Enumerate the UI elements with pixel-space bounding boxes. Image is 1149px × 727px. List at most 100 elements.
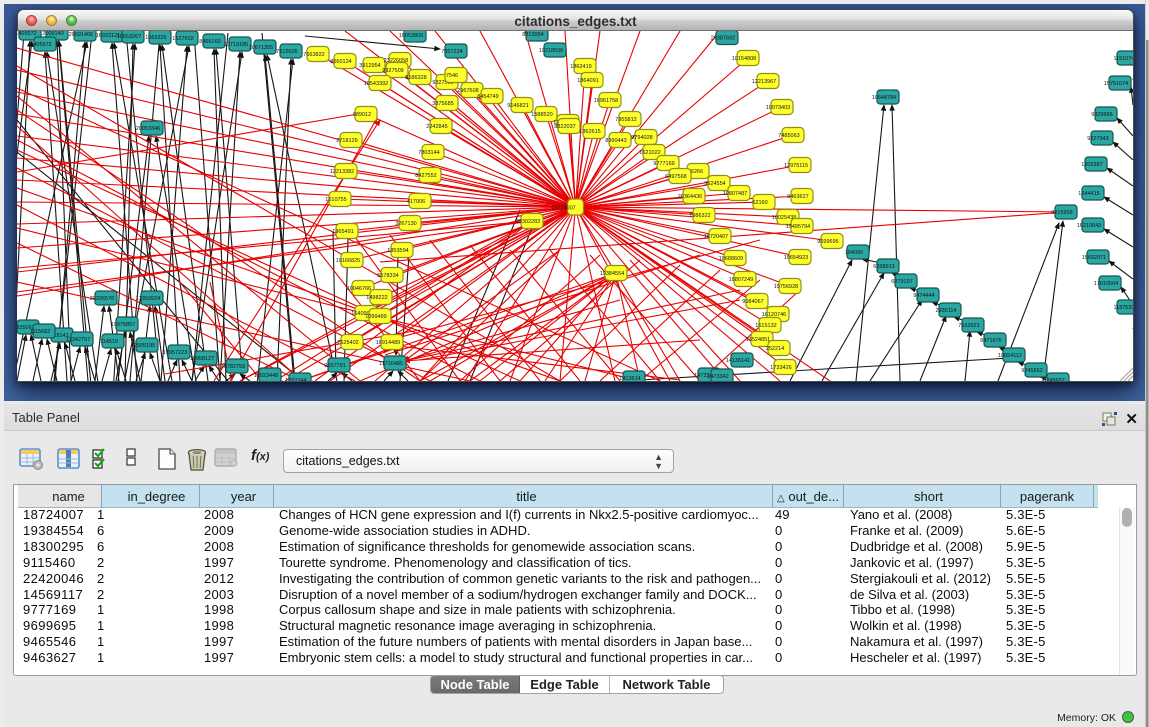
svg-text:8427552: 8427552 <box>415 173 436 179</box>
svg-text:8322037: 8322037 <box>554 124 575 130</box>
svg-text:13524851: 13524851 <box>746 337 770 343</box>
svg-text:10648784: 10648784 <box>872 95 896 101</box>
svg-text:1473342: 1473342 <box>707 374 728 380</box>
svg-text:16053809: 16053809 <box>399 33 423 39</box>
svg-text:15751074: 15751074 <box>1104 81 1128 87</box>
svg-text:7986322: 7986322 <box>689 213 710 219</box>
svg-text:13495794: 13495794 <box>786 224 810 230</box>
svg-text:9227343: 9227343 <box>1087 136 1108 142</box>
svg-text:12342757: 12342757 <box>66 337 90 343</box>
svg-text:1099489: 1099489 <box>365 314 386 320</box>
svg-text:10653267: 10653267 <box>117 34 141 40</box>
svg-text:1965491: 1965491 <box>332 229 353 235</box>
svg-text:11716485: 11716485 <box>379 361 403 367</box>
svg-text:16782759: 16782759 <box>221 364 245 370</box>
svg-text:15720407: 15720407 <box>704 234 728 240</box>
svg-text:164095: 164095 <box>845 250 863 256</box>
svg-text:23302283: 23302283 <box>516 219 540 225</box>
svg-text:1527602: 1527602 <box>172 36 193 42</box>
svg-text:10958127: 10958127 <box>190 356 214 362</box>
svg-text:9329966: 9329966 <box>1091 112 1112 118</box>
svg-text:9794028: 9794028 <box>631 135 652 141</box>
svg-text:6938913: 6938913 <box>873 264 894 270</box>
svg-text:7803144: 7803144 <box>418 150 439 156</box>
svg-text:19975857: 19975857 <box>111 322 135 328</box>
svg-text:12975115: 12975115 <box>784 163 808 169</box>
svg-text:10807487: 10807487 <box>723 191 747 197</box>
svg-text:19166825: 19166825 <box>336 258 360 264</box>
svg-text:1621022: 1621022 <box>639 150 660 156</box>
svg-text:10654112: 10654112 <box>998 353 1022 359</box>
svg-text:2009140: 2009140 <box>42 31 63 37</box>
svg-text:989012: 989012 <box>353 112 371 118</box>
svg-text:19756928: 19756928 <box>774 284 798 290</box>
svg-text:19654923: 19654923 <box>784 255 808 261</box>
svg-text:114519: 114519 <box>100 339 118 345</box>
svg-text:1615132: 1615132 <box>755 323 776 329</box>
svg-text:16210643: 16210643 <box>1077 223 1101 229</box>
svg-text:17010504: 17010504 <box>1094 281 1118 287</box>
svg-text:6879197: 6879197 <box>891 279 912 285</box>
svg-text:1610755: 1610755 <box>325 197 346 203</box>
svg-text:12213967: 12213967 <box>752 79 776 85</box>
svg-text:9699695: 9699695 <box>817 239 838 245</box>
svg-text:1413614: 1413614 <box>619 376 640 381</box>
svg-text:10543392: 10543392 <box>364 81 388 87</box>
svg-text:6497568: 6497568 <box>665 174 686 180</box>
svg-text:8813054: 8813054 <box>522 32 543 38</box>
svg-text:9777169: 9777169 <box>653 161 674 167</box>
svg-text:16914489: 16914489 <box>376 340 400 346</box>
svg-text:1864091: 1864091 <box>577 78 598 84</box>
svg-text:1362615: 1362615 <box>579 129 600 135</box>
svg-text:10688609: 10688609 <box>719 256 743 262</box>
svg-text:12923448: 12923448 <box>254 373 278 379</box>
svg-text:7857224: 7857224 <box>441 49 462 55</box>
svg-text:15692971: 15692971 <box>1082 255 1106 261</box>
svg-text:8471676: 8471676 <box>980 338 1001 344</box>
svg-text:9463627: 9463627 <box>787 194 808 200</box>
svg-text:9474444: 9474444 <box>913 293 934 299</box>
svg-text:1405572: 1405572 <box>17 31 37 37</box>
svg-text:7955812: 7955812 <box>615 117 636 123</box>
svg-text:1209387: 1209387 <box>1081 162 1102 168</box>
svg-text:7663822: 7663822 <box>303 52 324 58</box>
svg-text:417006: 417006 <box>407 199 425 205</box>
svg-text:1405572: 1405572 <box>30 42 51 48</box>
svg-text:1115682: 1115682 <box>30 329 51 335</box>
svg-text:3875685: 3875685 <box>432 101 453 107</box>
svg-text:3267130: 3267130 <box>395 221 416 227</box>
svg-text:3624554: 3624554 <box>704 181 725 187</box>
svg-text:2967608: 2967608 <box>457 88 478 94</box>
svg-text:1353594: 1353594 <box>387 248 408 254</box>
svg-text:1065326: 1065326 <box>145 35 166 41</box>
svg-text:2242845: 2242845 <box>426 124 447 130</box>
svg-text:18724007: 18724007 <box>551 206 575 212</box>
svg-text:17359924: 17359924 <box>136 296 160 302</box>
svg-text:3912954: 3912954 <box>359 63 380 69</box>
svg-text:7515526: 7515526 <box>276 49 297 55</box>
svg-text:1498222: 1498222 <box>366 295 387 301</box>
svg-text:10973403: 10973403 <box>766 105 790 111</box>
svg-text:1862419: 1862419 <box>570 64 591 70</box>
svg-text:8990443: 8990443 <box>605 138 626 144</box>
svg-text:2935114: 2935114 <box>935 308 956 314</box>
svg-text:7625402: 7625402 <box>337 340 358 346</box>
svg-text:18807249: 18807249 <box>729 277 753 283</box>
svg-text:3215958: 3215958 <box>1051 210 1072 216</box>
svg-text:8454749: 8454749 <box>477 94 498 100</box>
svg-text:20387682: 20387682 <box>711 36 735 42</box>
svg-text:16961758: 16961758 <box>594 98 618 104</box>
svg-text:20691406: 20691406 <box>69 32 93 38</box>
svg-text:10719185: 10719185 <box>224 42 248 48</box>
svg-text:1292344: 1292344 <box>285 378 306 381</box>
svg-text:20364436: 20364436 <box>678 194 702 200</box>
svg-text:1733426: 1733426 <box>770 365 791 371</box>
svg-text:8186328: 8186328 <box>405 75 426 81</box>
svg-text:8660124: 8660124 <box>330 59 351 65</box>
svg-text:7632621: 7632621 <box>958 323 979 329</box>
svg-text:5578334: 5578334 <box>377 273 398 279</box>
svg-text:7546: 7546 <box>446 73 458 79</box>
svg-text:9245652: 9245652 <box>1021 368 1042 374</box>
svg-text:2718129: 2718129 <box>336 138 357 144</box>
svg-text:9327509: 9327509 <box>382 68 403 74</box>
